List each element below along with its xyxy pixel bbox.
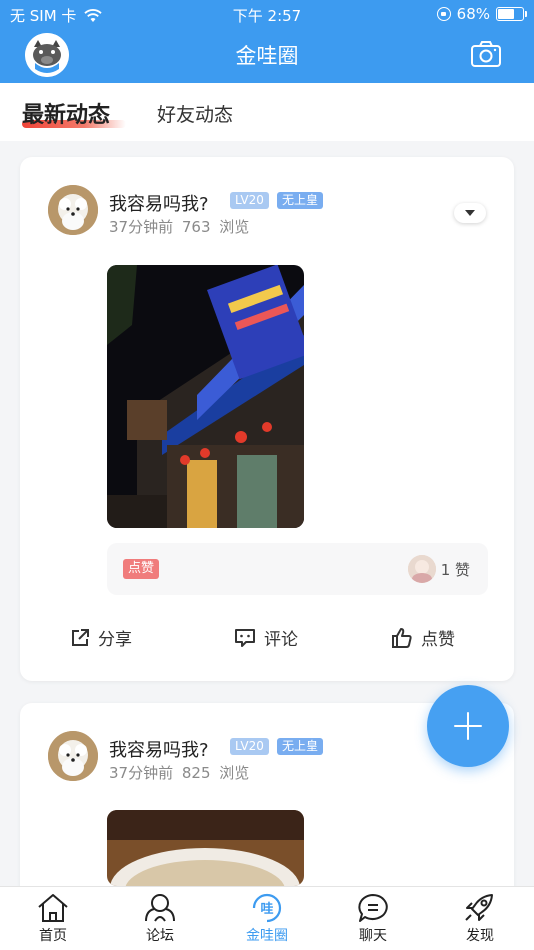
post-time: 37分钟前 [109,764,174,782]
author-avatar[interactable] [48,185,98,235]
battery-fill [498,9,514,19]
nav-forum[interactable]: 论坛 [120,893,200,945]
rocket-icon [465,894,493,921]
page-title: 金哇圈 [235,44,299,68]
post-views: 763 浏览 [181,218,250,236]
tab-latest[interactable]: 最新动态 [22,97,110,129]
like-button[interactable]: 点赞 [391,625,455,650]
status-bar: 无 SIM 卡 下午 2:57 68% [0,0,534,28]
nav-wa-circle[interactable]: 哇 金哇圈 [227,893,307,945]
home-icon [38,894,68,922]
rotation-lock-icon [436,7,451,21]
like-tag: 点赞 [123,559,160,579]
food-photo [107,810,304,886]
chat-icon [358,894,388,922]
level-badge: LV20 [230,192,269,209]
new-post-button[interactable] [427,685,509,767]
post-meta: 37分钟前 763 浏览 [109,216,249,237]
liker-avatar-image [408,555,436,583]
dog-avatar-icon [48,731,98,781]
like-summary: 点赞 1 赞 [107,543,488,595]
tab-friends[interactable]: 好友动态 [157,100,233,127]
forum-icon [145,894,175,922]
nav-chat-label: 聊天 [359,928,387,944]
feed-tabs: 最新动态 好友动态 [0,83,534,141]
post-time: 37分钟前 [109,218,174,236]
comment-button[interactable]: 评论 [234,625,298,650]
post-actions: 分享 评论 点赞 [20,625,514,655]
author-avatar[interactable] [48,731,98,781]
post-photo[interactable] [107,810,304,886]
nav-discover[interactable]: 发现 [440,893,520,945]
comment-icon [235,628,255,647]
post-menu-dropdown[interactable] [454,203,486,223]
nav-forum-label: 论坛 [146,928,174,944]
rank-badge: 无上皇 [277,192,324,209]
author-name[interactable]: 我容易吗我? [109,190,209,216]
post-views: 825 浏览 [181,764,250,782]
battery-percent: 68% [456,5,490,23]
like-label: 点赞 [421,630,455,650]
nav-chat[interactable]: 聊天 [333,893,413,945]
thumbs-up-icon [392,627,412,648]
share-label: 分享 [98,630,132,650]
bottom-nav: 首页 论坛 哇 金哇圈 聊天 发现 [0,886,534,950]
author-name[interactable]: 我容易吗我? [109,736,209,762]
nav-wa-circle-label: 金哇圈 [246,928,288,944]
nav-home[interactable]: 首页 [13,893,93,945]
top-bar: 无 SIM 卡 下午 2:57 68% 金哇圈 [0,0,534,83]
share-icon [72,628,89,646]
post-meta: 37分钟前 825 浏览 [109,762,249,783]
svg-text:哇: 哇 [260,901,273,917]
wa-circle-icon: 哇 [252,893,282,923]
battery-icon [496,7,527,21]
rank-badge: 无上皇 [277,738,324,755]
share-button[interactable]: 分享 [70,625,132,650]
liker-avatar[interactable] [408,555,436,583]
night-street-photo [107,265,304,528]
post-photo[interactable] [107,265,304,528]
camera-icon[interactable] [471,41,501,67]
like-count: 1 赞 [440,561,470,579]
nav-discover-label: 发现 [466,928,494,944]
dog-avatar-icon [48,185,98,235]
level-badge: LV20 [230,738,269,755]
nav-home-label: 首页 [39,928,67,944]
post-card[interactable]: 我容易吗我? LV20 无上皇 37分钟前 763 浏览 点赞 1 赞 分享 评… [20,157,514,681]
comment-label: 评论 [264,630,298,650]
